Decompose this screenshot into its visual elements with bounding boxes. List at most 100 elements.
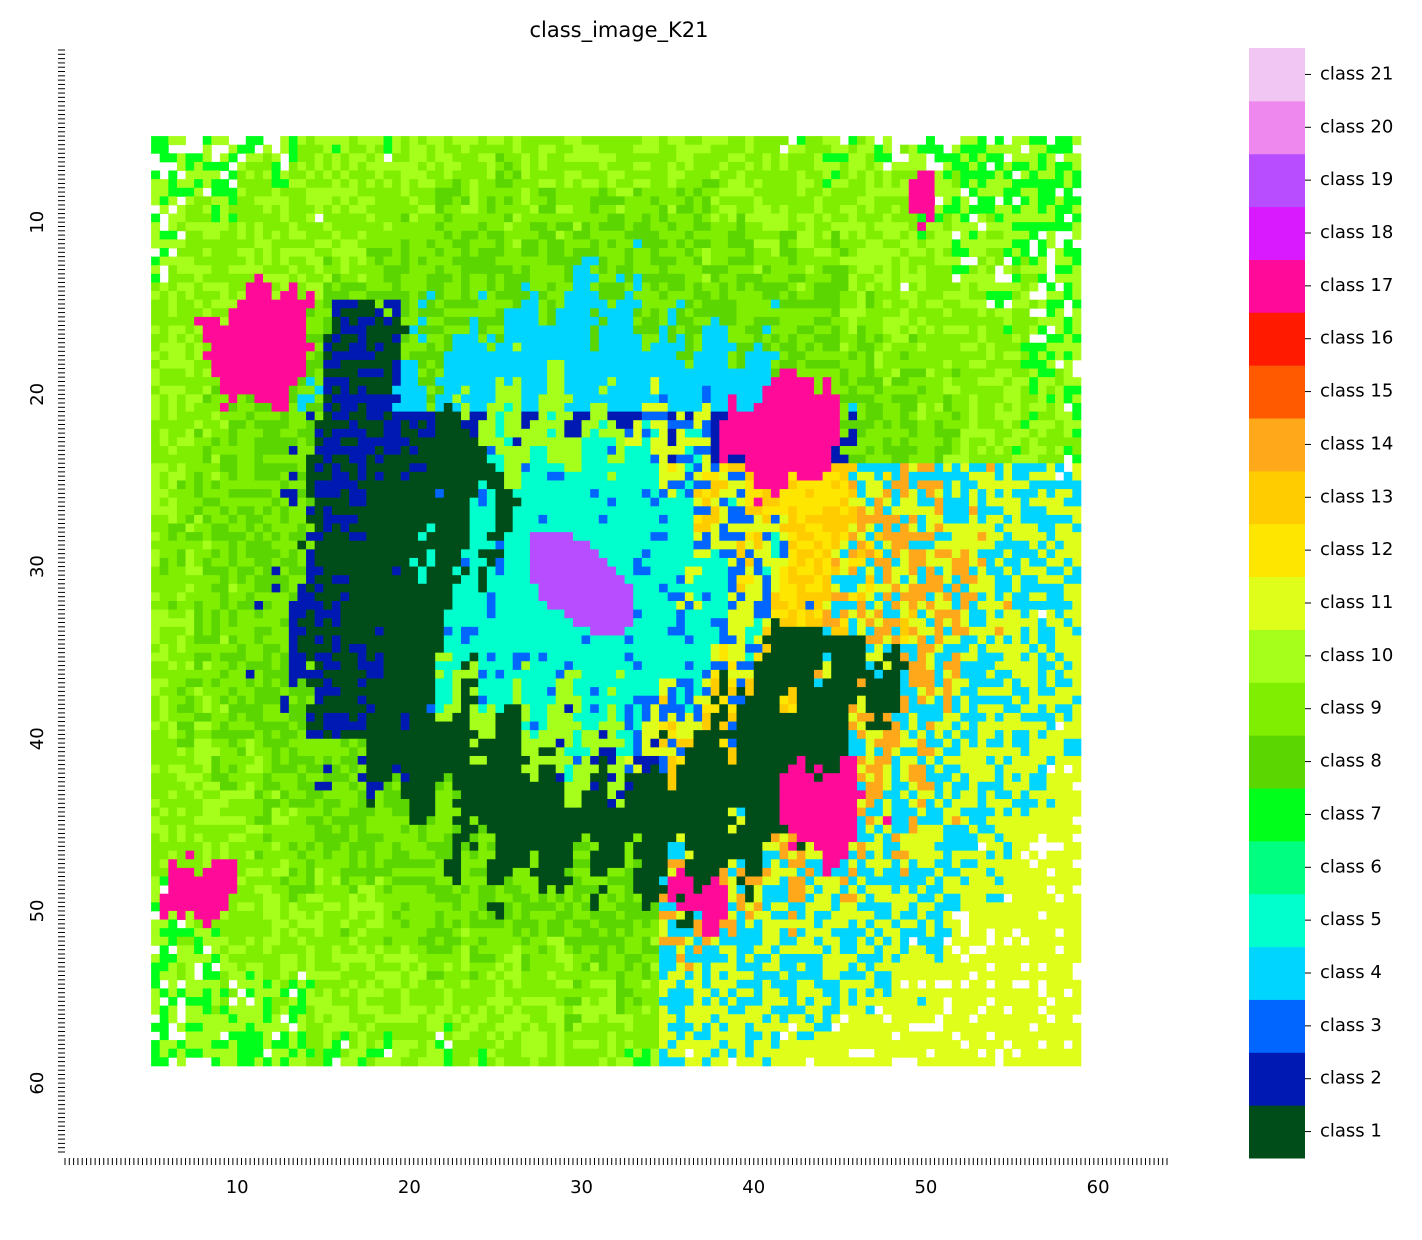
class-cell-run: [960, 179, 970, 189]
class-cell-run: [435, 910, 445, 920]
class-cell-run: [555, 885, 565, 895]
class-cell-run: [151, 644, 161, 654]
class-cell-run: [478, 936, 488, 946]
class-cell-run: [943, 919, 961, 929]
class-cell-run: [925, 213, 935, 223]
class-cell-run: [392, 876, 436, 886]
class-cell-run: [616, 902, 643, 912]
class-cell-run: [254, 532, 264, 542]
class-cell-run: [977, 557, 987, 567]
class-cell-run: [650, 497, 660, 507]
class-cell-run: [839, 471, 849, 481]
class-cell-run: [882, 867, 901, 877]
class-cell-run: [452, 196, 462, 206]
class-cell-run: [616, 471, 660, 481]
class-cell-run: [960, 738, 970, 748]
class-cell-run: [1020, 170, 1030, 180]
class-cell-run: [753, 497, 763, 507]
class-cell-run: [194, 661, 204, 671]
class-cell-run: [529, 291, 539, 301]
class-cell-run: [702, 601, 729, 611]
class-cell-run: [805, 514, 858, 524]
class-cell-run: [848, 489, 858, 499]
class-cell-run: [185, 153, 204, 163]
class-cell-run: [374, 971, 402, 981]
class-cell-run: [340, 824, 350, 834]
class-cell-run: [607, 471, 617, 481]
class-cell-run: [349, 497, 367, 507]
class-cell-run: [874, 575, 884, 585]
class-cell-run: [469, 532, 488, 542]
class-cell-run: [753, 334, 763, 344]
class-cell-run: [237, 428, 264, 438]
class-cell-run: [693, 549, 712, 559]
class-cell-run: [478, 187, 522, 197]
class-cell-run: [719, 971, 729, 981]
class-cell-run: [882, 618, 901, 628]
class-cell-run: [1046, 609, 1056, 619]
class-cell-run: [426, 532, 471, 542]
class-cell-run: [254, 523, 264, 533]
class-cell-run: [710, 239, 729, 249]
class-cell-run: [874, 971, 892, 981]
class-cell-run: [667, 308, 677, 318]
class-cell-run: [788, 480, 798, 490]
class-cell-run: [943, 781, 953, 791]
class-cell-run: [994, 557, 1004, 567]
class-cell-run: [1029, 282, 1039, 292]
class-cell-run: [1055, 273, 1082, 283]
class-cell-run: [1055, 885, 1073, 895]
class-cell-run: [900, 721, 910, 731]
class-cell-run: [254, 420, 290, 430]
class-cell-run: [650, 222, 669, 232]
class-cell-run: [297, 936, 307, 946]
class-cell-run: [702, 471, 720, 481]
class-cell-run: [667, 876, 694, 886]
class-cell-run: [564, 153, 617, 163]
class-cell-run: [951, 850, 987, 860]
class-cell-run: [770, 945, 780, 955]
class-cell-run: [521, 282, 531, 292]
class-cell-run: [667, 489, 677, 499]
class-cell-run: [865, 635, 884, 645]
class-cell-run: [900, 351, 910, 361]
class-cell-run: [288, 411, 307, 421]
class-cell-run: [633, 291, 660, 301]
class-cell-run: [968, 678, 1004, 688]
class-cell-run: [547, 687, 557, 697]
class-cell-run: [1063, 738, 1082, 748]
class-cell-run: [1072, 661, 1082, 671]
class-cell-run: [882, 601, 892, 611]
class-cell-run: [331, 248, 367, 258]
class-cell-run: [340, 867, 393, 877]
class-cell-run: [616, 704, 626, 714]
class-cell-run: [357, 471, 367, 481]
class-cell-run: [263, 506, 273, 516]
class-cell-run: [572, 282, 591, 292]
class-cell-run: [857, 618, 867, 628]
class-cell-run: [779, 936, 798, 946]
class-cell-run: [349, 411, 367, 421]
class-cell-run: [874, 549, 884, 559]
class-cell-run: [486, 446, 496, 456]
class-cell-run: [443, 962, 453, 972]
class-cell-run: [280, 971, 290, 981]
class-cell-run: [392, 936, 419, 946]
class-cell-run: [374, 256, 384, 266]
class-cell-run: [435, 377, 496, 387]
class-cell-run: [409, 799, 436, 809]
class-cell-run: [986, 308, 996, 318]
class-cell-run: [168, 557, 178, 567]
class-cell-run: [968, 601, 978, 611]
class-cell-run: [211, 557, 229, 567]
class-cell-run: [306, 480, 316, 490]
class-cell-run: [659, 480, 669, 490]
class-cell-run: [331, 730, 341, 740]
class-cell-run: [168, 402, 178, 412]
class-cell-run: [521, 738, 557, 748]
class-cell-run: [306, 497, 316, 507]
class-cell-run: [900, 514, 910, 524]
class-cell-run: [839, 859, 849, 869]
class-cell-run: [314, 635, 324, 645]
class-cell-run: [271, 239, 316, 249]
